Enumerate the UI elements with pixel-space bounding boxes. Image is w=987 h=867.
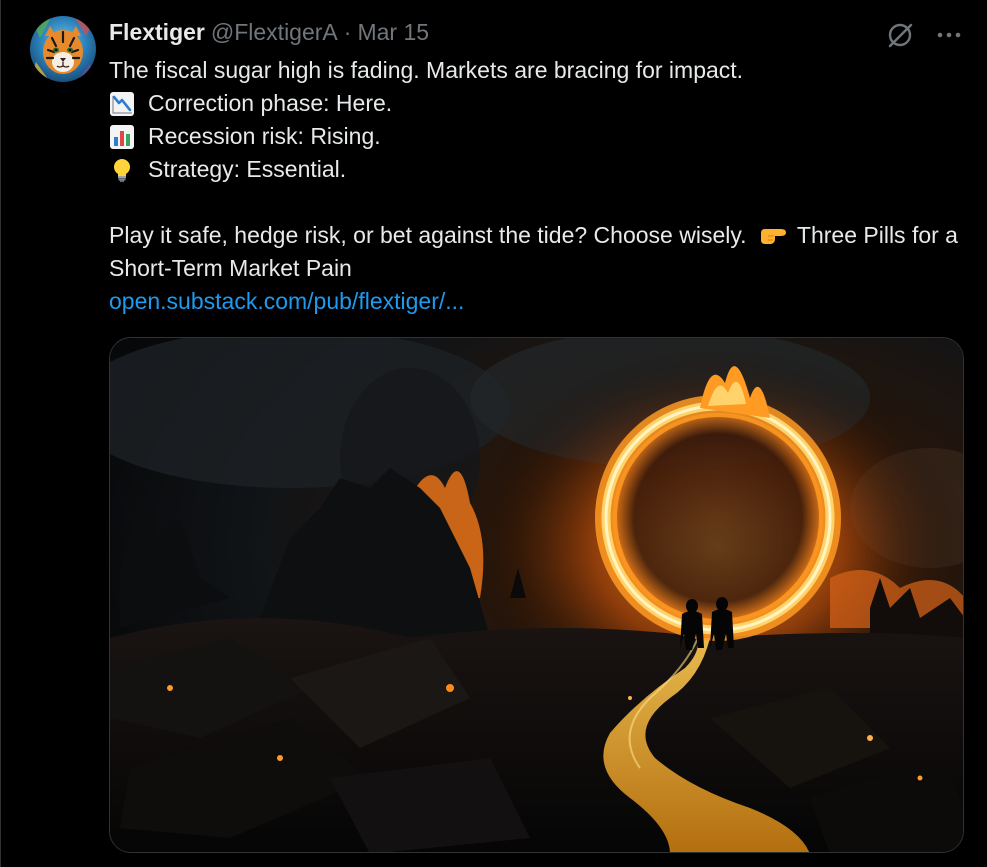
- author-handle[interactable]: @FlextigerA: [211, 19, 338, 46]
- more-options-button[interactable]: [935, 21, 963, 49]
- chart-decreasing-emoji-icon: [110, 91, 134, 116]
- timeline-border: [0, 0, 1, 867]
- tweet-paragraph-prefix: Play it safe, hedge risk, or bet against…: [109, 222, 747, 248]
- author-display-name[interactable]: Flextiger: [109, 19, 205, 46]
- tweet-header: Flextiger @FlextigerA · Mar 15: [109, 19, 429, 49]
- tweet-line: Strategy: Essential.: [109, 153, 979, 186]
- tweet-line: The fiscal sugar high is fading. Markets…: [109, 54, 979, 87]
- header-separator: ·: [343, 19, 352, 45]
- tweet-paragraph: Play it safe, hedge risk, or bet against…: [109, 219, 979, 285]
- pointing-right-emoji-icon: [760, 229, 786, 244]
- tweet-line-text: Recession risk: Rising.: [148, 123, 381, 149]
- avatar[interactable]: [30, 16, 96, 82]
- more-dots-icon: [937, 32, 961, 38]
- tweet-line: Correction phase: Here.: [109, 87, 979, 120]
- slash-circle-icon: [888, 23, 913, 48]
- article-link[interactable]: open.substack.com/pub/flextiger/...: [109, 285, 464, 318]
- tweet-line-text: Strategy: Essential.: [148, 156, 347, 182]
- tweet-link-line: open.substack.com/pub/flextiger/...: [109, 285, 979, 318]
- tweet-date[interactable]: Mar 15: [357, 19, 429, 46]
- bar-chart-emoji-icon: [110, 124, 134, 149]
- tweet-line-text: The fiscal sugar high is fading. Markets…: [109, 57, 744, 83]
- tweet[interactable]: Flextiger @FlextigerA · Mar 15 The fisca…: [0, 0, 987, 867]
- tweet-actions-top: [885, 20, 963, 50]
- burning-ring-landscape-image-icon: [110, 338, 963, 852]
- tweet-media-image[interactable]: [109, 337, 964, 853]
- light-bulb-emoji-icon: [114, 158, 130, 182]
- tweet-text: The fiscal sugar high is fading. Markets…: [109, 54, 979, 318]
- tweet-line-text: Correction phase: Here.: [148, 90, 393, 116]
- grok-button[interactable]: [885, 20, 915, 50]
- tweet-line: Recession risk: Rising.: [109, 120, 979, 153]
- tiger-avatar-icon: [30, 16, 96, 82]
